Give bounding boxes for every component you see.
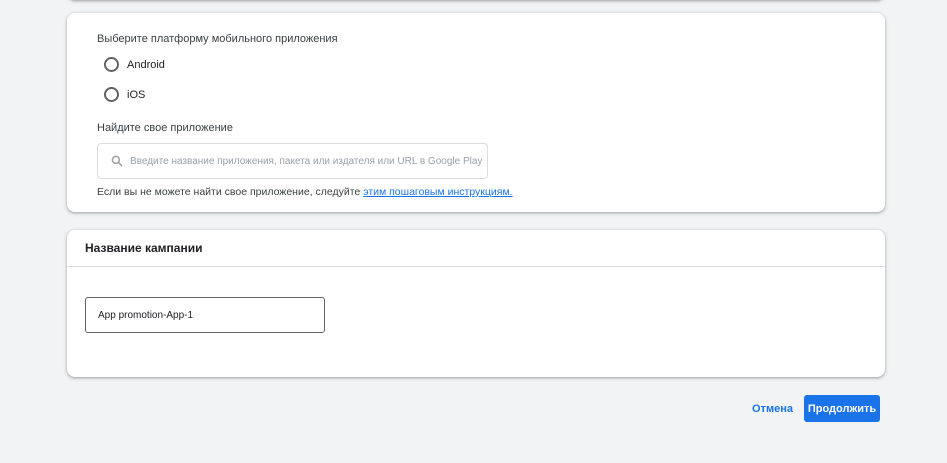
cancel-button[interactable]: Отмена <box>745 395 800 422</box>
app-search-box[interactable] <box>97 143 488 179</box>
radio-button-ios[interactable] <box>104 87 119 102</box>
search-icon <box>111 155 123 167</box>
find-app-label: Найдите свое приложение <box>97 122 233 134</box>
radio-android[interactable]: Android <box>104 57 165 72</box>
radio-label-ios: iOS <box>127 88 146 101</box>
campaign-name-input[interactable] <box>85 297 325 333</box>
platform-card: Выберите платформу мобильного приложения… <box>67 13 885 212</box>
app-search-input[interactable] <box>130 155 485 167</box>
continue-button[interactable]: Продолжить <box>804 395 880 422</box>
platform-label: Выберите платформу мобильного приложения <box>97 33 338 45</box>
campaign-name-header: Название кампании <box>67 230 885 267</box>
help-text: Если вы не можете найти свое приложение,… <box>97 186 513 198</box>
radio-label-android: Android <box>127 58 165 71</box>
campaign-name-card: Название кампании <box>67 230 885 377</box>
help-text-prefix: Если вы не можете найти свое приложение,… <box>97 186 364 198</box>
campaign-name-title: Название кампании <box>85 241 203 255</box>
radio-ios[interactable]: iOS <box>104 87 145 102</box>
radio-button-android[interactable] <box>104 57 119 72</box>
instructions-link[interactable]: этим пошаговым инструкциям. <box>363 186 512 198</box>
